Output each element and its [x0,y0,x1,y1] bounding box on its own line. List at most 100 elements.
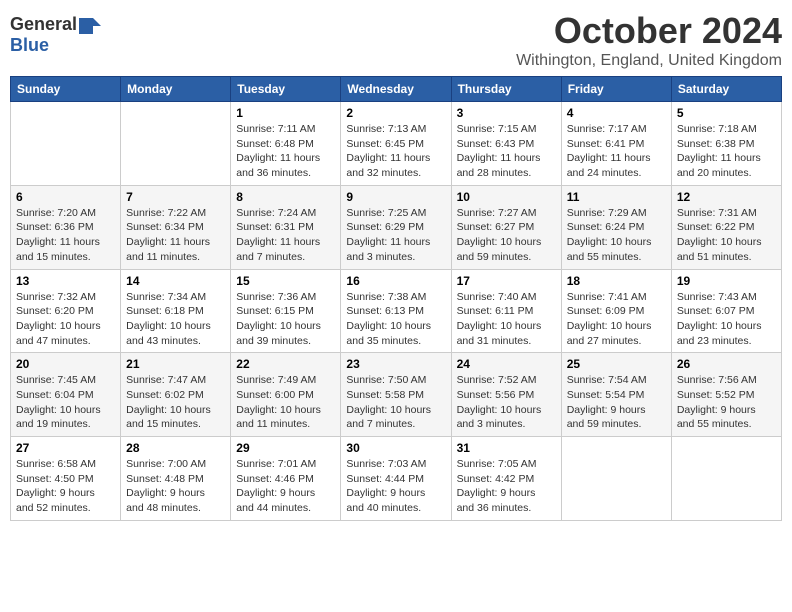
day-number: 11 [567,190,666,204]
day-number: 22 [236,357,335,371]
logo-icon [79,18,101,34]
day-number: 10 [457,190,556,204]
calendar-week-row: 13 Sunrise: 7:32 AM Sunset: 6:20 PM Dayli… [11,269,782,353]
day-info: Sunrise: 7:18 AM Sunset: 6:38 PM Dayligh… [677,122,776,181]
day-info: Sunrise: 7:40 AM Sunset: 6:11 PM Dayligh… [457,290,556,349]
calendar-cell: 13 Sunrise: 7:32 AM Sunset: 6:20 PM Dayli… [11,269,121,353]
day-info: Sunrise: 6:58 AM Sunset: 4:50 PM Dayligh… [16,457,115,516]
day-number: 17 [457,274,556,288]
calendar-cell: 29 Sunrise: 7:01 AM Sunset: 4:46 PM Dayli… [231,437,341,521]
logo-blue-text: Blue [10,35,49,56]
calendar-header-row: SundayMondayTuesdayWednesdayThursdayFrid… [11,77,782,102]
calendar-cell [121,102,231,186]
calendar-cell: 9 Sunrise: 7:25 AM Sunset: 6:29 PM Daylig… [341,185,451,269]
day-number: 20 [16,357,115,371]
day-info: Sunrise: 7:15 AM Sunset: 6:43 PM Dayligh… [457,122,556,181]
day-number: 25 [567,357,666,371]
calendar-cell: 5 Sunrise: 7:18 AM Sunset: 6:38 PM Daylig… [671,102,781,186]
calendar-cell: 23Sunrise: 7:50 AM Sunset: 5:58 PM Dayli… [341,353,451,437]
calendar-cell [561,437,671,521]
day-number: 26 [677,357,776,371]
day-number: 4 [567,106,666,120]
day-info: Sunrise: 7:22 AM Sunset: 6:34 PM Dayligh… [126,206,225,265]
day-info: Sunrise: 7:45 AM Sunset: 6:04 PM Dayligh… [16,373,115,432]
logo-general-text: General [10,14,77,35]
day-info: Sunrise: 7:52 AM Sunset: 5:56 PM Dayligh… [457,373,556,432]
day-number: 7 [126,190,225,204]
day-info: Sunrise: 7:32 AM Sunset: 6:20 PM Dayligh… [16,290,115,349]
calendar-cell: 8Sunrise: 7:24 AM Sunset: 6:31 PM Daylig… [231,185,341,269]
calendar-week-row: 27 Sunrise: 6:58 AM Sunset: 4:50 PM Dayli… [11,437,782,521]
calendar-cell: 27 Sunrise: 6:58 AM Sunset: 4:50 PM Dayli… [11,437,121,521]
day-info: Sunrise: 7:49 AM Sunset: 6:00 PM Dayligh… [236,373,335,432]
day-number: 14 [126,274,225,288]
day-number: 24 [457,357,556,371]
title-block: October 2024 Withington, England, United… [516,10,782,70]
day-of-week-header: Sunday [11,77,121,102]
calendar-week-row: 6 Sunrise: 7:20 AM Sunset: 6:36 PM Daylig… [11,185,782,269]
calendar-cell: 16 Sunrise: 7:38 AM Sunset: 6:13 PM Dayli… [341,269,451,353]
day-info: Sunrise: 7:00 AM Sunset: 4:48 PM Dayligh… [126,457,225,516]
day-info: Sunrise: 7:24 AM Sunset: 6:31 PM Dayligh… [236,206,335,265]
day-info: Sunrise: 7:36 AM Sunset: 6:15 PM Dayligh… [236,290,335,349]
day-info: Sunrise: 7:05 AM Sunset: 4:42 PM Dayligh… [457,457,556,516]
day-of-week-header: Wednesday [341,77,451,102]
day-number: 13 [16,274,115,288]
day-number: 19 [677,274,776,288]
day-number: 21 [126,357,225,371]
calendar-cell: 26 Sunrise: 7:56 AM Sunset: 5:52 PM Dayli… [671,353,781,437]
day-number: 5 [677,106,776,120]
day-number: 6 [16,190,115,204]
day-number: 9 [346,190,445,204]
day-info: Sunrise: 7:56 AM Sunset: 5:52 PM Dayligh… [677,373,776,432]
logo: General Blue [10,10,101,56]
day-number: 2 [346,106,445,120]
day-number: 3 [457,106,556,120]
calendar-cell: 12 Sunrise: 7:31 AM Sunset: 6:22 PM Dayli… [671,185,781,269]
calendar-cell: 15 Sunrise: 7:36 AM Sunset: 6:15 PM Dayli… [231,269,341,353]
day-info: Sunrise: 7:25 AM Sunset: 6:29 PM Dayligh… [346,206,445,265]
calendar-week-row: 1Sunrise: 7:11 AM Sunset: 6:48 PM Daylig… [11,102,782,186]
day-number: 29 [236,441,335,455]
calendar-cell [671,437,781,521]
month-title: October 2024 [516,10,782,52]
calendar-cell: 2 Sunrise: 7:13 AM Sunset: 6:45 PM Daylig… [341,102,451,186]
day-info: Sunrise: 7:43 AM Sunset: 6:07 PM Dayligh… [677,290,776,349]
calendar-cell: 28 Sunrise: 7:00 AM Sunset: 4:48 PM Dayli… [121,437,231,521]
calendar-cell: 25 Sunrise: 7:54 AM Sunset: 5:54 PM Dayli… [561,353,671,437]
calendar-cell: 22 Sunrise: 7:49 AM Sunset: 6:00 PM Dayli… [231,353,341,437]
day-number: 27 [16,441,115,455]
day-info: Sunrise: 7:03 AM Sunset: 4:44 PM Dayligh… [346,457,445,516]
day-info: Sunrise: 7:54 AM Sunset: 5:54 PM Dayligh… [567,373,666,432]
calendar-cell: 3 Sunrise: 7:15 AM Sunset: 6:43 PM Daylig… [451,102,561,186]
calendar-cell: 6 Sunrise: 7:20 AM Sunset: 6:36 PM Daylig… [11,185,121,269]
day-number: 12 [677,190,776,204]
calendar-cell: 18Sunrise: 7:41 AM Sunset: 6:09 PM Dayli… [561,269,671,353]
day-number: 30 [346,441,445,455]
day-info: Sunrise: 7:47 AM Sunset: 6:02 PM Dayligh… [126,373,225,432]
day-info: Sunrise: 7:11 AM Sunset: 6:48 PM Dayligh… [236,122,335,181]
calendar-week-row: 20 Sunrise: 7:45 AM Sunset: 6:04 PM Dayli… [11,353,782,437]
calendar-cell: 30 Sunrise: 7:03 AM Sunset: 4:44 PM Dayli… [341,437,451,521]
calendar-cell: 4 Sunrise: 7:17 AM Sunset: 6:41 PM Daylig… [561,102,671,186]
day-info: Sunrise: 7:31 AM Sunset: 6:22 PM Dayligh… [677,206,776,265]
day-number: 28 [126,441,225,455]
day-info: Sunrise: 7:38 AM Sunset: 6:13 PM Dayligh… [346,290,445,349]
day-number: 18 [567,274,666,288]
day-info: Sunrise: 7:01 AM Sunset: 4:46 PM Dayligh… [236,457,335,516]
day-of-week-header: Friday [561,77,671,102]
day-number: 15 [236,274,335,288]
calendar-cell: 21 Sunrise: 7:47 AM Sunset: 6:02 PM Dayli… [121,353,231,437]
location: Withington, England, United Kingdom [516,52,782,70]
day-of-week-header: Tuesday [231,77,341,102]
calendar-cell: 11Sunrise: 7:29 AM Sunset: 6:24 PM Dayli… [561,185,671,269]
calendar-cell: 19 Sunrise: 7:43 AM Sunset: 6:07 PM Dayli… [671,269,781,353]
day-info: Sunrise: 7:13 AM Sunset: 6:45 PM Dayligh… [346,122,445,181]
calendar-cell: 17 Sunrise: 7:40 AM Sunset: 6:11 PM Dayli… [451,269,561,353]
page-header: General Blue October 2024 Withington, En… [10,10,782,70]
calendar-cell: 31Sunrise: 7:05 AM Sunset: 4:42 PM Dayli… [451,437,561,521]
day-info: Sunrise: 7:20 AM Sunset: 6:36 PM Dayligh… [16,206,115,265]
day-info: Sunrise: 7:17 AM Sunset: 6:41 PM Dayligh… [567,122,666,181]
day-number: 16 [346,274,445,288]
calendar-cell: 14Sunrise: 7:34 AM Sunset: 6:18 PM Dayli… [121,269,231,353]
